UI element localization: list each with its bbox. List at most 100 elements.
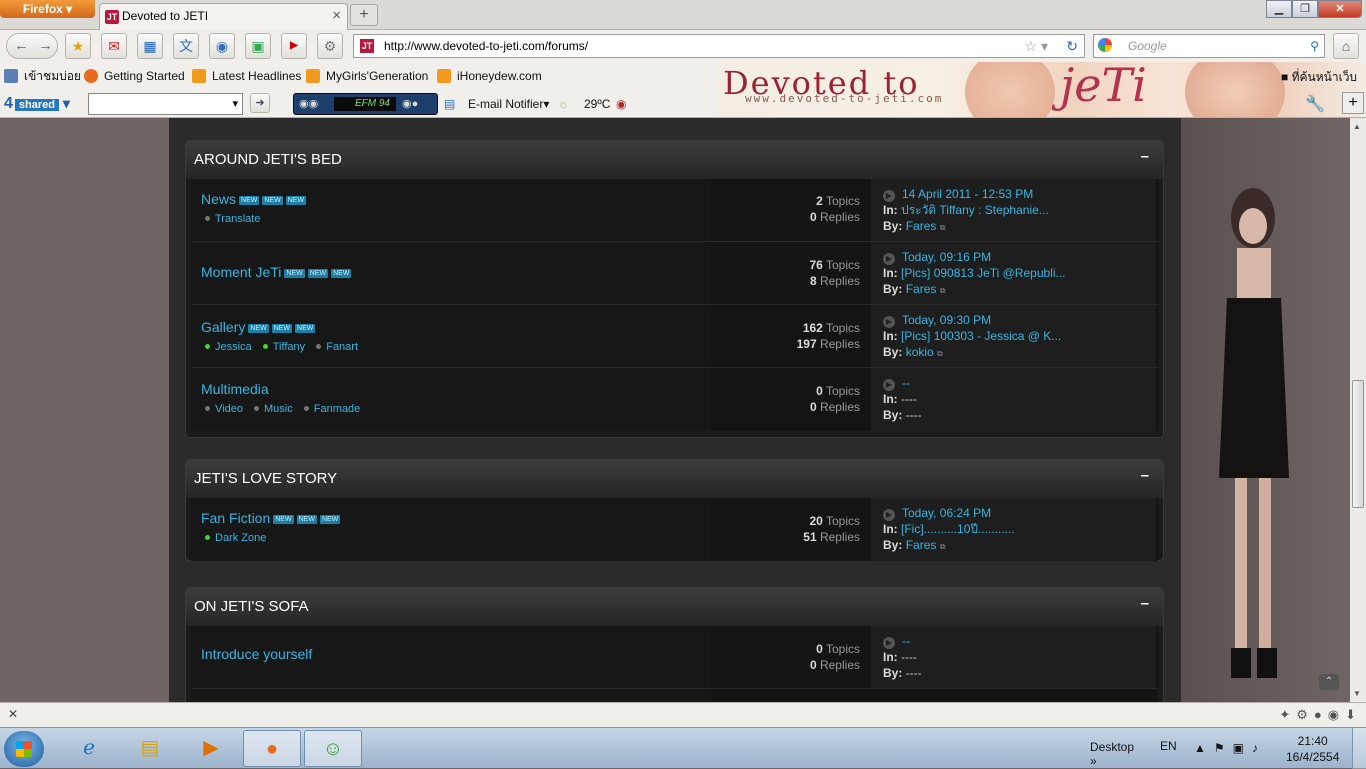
bookmark-most-visited[interactable]: เข้าชมบ่อย <box>4 68 81 84</box>
subforums: Video Music Fanmade <box>205 403 368 415</box>
subforum-music[interactable]: Music <box>254 403 293 415</box>
toolbar-search-combo[interactable] <box>88 93 243 115</box>
google-apps-icon[interactable]: ▣ <box>245 33 271 59</box>
bookmark-page-button[interactable]: ■ ที่ค้นหน้าเว็บ <box>1281 68 1357 87</box>
internet-explorer-icon[interactable]: ℯ <box>60 730 118 767</box>
last-post-topic[interactable]: [Pics] 090813 JeTi @Republi... <box>901 266 1065 280</box>
collapse-button[interactable]: – <box>1141 138 1149 176</box>
bookmark-ihoneydew[interactable]: iHoneydew.com <box>437 68 542 84</box>
start-button[interactable] <box>4 731 44 767</box>
last-post-topic[interactable]: ประวัติ Tiffany : Stephanie... <box>901 203 1049 217</box>
player-controls-icon[interactable]: ◉◉ <box>299 97 318 110</box>
site-favicon-icon: JT <box>360 39 374 53</box>
scroll-to-top-icon[interactable]: ⌃ <box>1319 674 1339 690</box>
explorer-icon[interactable]: ▤ <box>121 730 179 767</box>
last-post-date[interactable]: Today, 09:30 PM <box>902 313 991 327</box>
forum-link-introduce-yourself[interactable]: Introduce yourself <box>201 646 312 662</box>
go-arrow-icon[interactable]: ➜ <box>250 93 270 113</box>
subforum-fanart[interactable]: Fanart <box>316 341 358 353</box>
add-toolbar-button[interactable]: + <box>1342 92 1364 114</box>
forum-link-gallery[interactable]: Gallery NEW NEW NEW <box>201 319 316 335</box>
close-window-button[interactable]: ✕ <box>1318 0 1362 18</box>
clock[interactable]: 21:40 16/4/2554 <box>1286 733 1339 765</box>
calendar-icon[interactable]: ▦ <box>137 33 163 59</box>
search-icon[interactable]: ⚲ <box>1310 35 1319 57</box>
gmail-icon[interactable]: ✉ <box>101 33 127 59</box>
bookmark-star-icon[interactable]: ★ <box>65 33 91 59</box>
last-post-author[interactable]: Fares <box>906 282 937 296</box>
forum-link-moment-jeti[interactable]: Moment JeTi NEW NEW NEW <box>201 264 352 280</box>
last-post-author[interactable]: Fares <box>906 219 937 233</box>
go-to-last-post-icon[interactable]: ▶ <box>883 316 895 328</box>
search-bar[interactable]: Google ⚲ <box>1093 34 1325 58</box>
home-icon[interactable]: ⌂ <box>1333 33 1359 59</box>
go-to-last-post-icon[interactable]: ▶ <box>883 253 895 265</box>
volume-icon[interactable]: ◉● <box>402 97 418 110</box>
addon-bar-icons[interactable]: ✦⚙●◉⬇ <box>1279 707 1362 723</box>
record-icon[interactable]: ◉ <box>616 96 626 112</box>
messenger-icon[interactable]: ☺ <box>304 730 362 767</box>
youtube-icon[interactable]: ▶ <box>281 33 307 59</box>
last-post-topic[interactable]: [Pics] 100303 - Jessica @ K... <box>901 329 1061 343</box>
close-tab-icon[interactable]: × <box>332 4 341 28</box>
firefox-menu-button[interactable]: Firefox ▾ <box>0 0 95 18</box>
wrench-icon[interactable]: 🔧 <box>1305 94 1325 114</box>
last-post-date[interactable]: -- <box>902 634 910 648</box>
bookmark-latest-headlines[interactable]: Latest Headlines <box>192 68 301 84</box>
new-badge: NEW <box>239 196 260 205</box>
weather-icon[interactable]: ☼ <box>558 96 569 112</box>
forum-link-fan-fiction[interactable]: Fan Fiction NEW NEW NEW <box>201 510 341 526</box>
email-notifier-button[interactable]: E-mail Notifier▾ <box>468 96 549 112</box>
forum-link-multimedia[interactable]: Multimedia <box>201 381 269 397</box>
last-post-author[interactable]: kokio <box>906 345 934 359</box>
desktop-toolbar[interactable]: Desktop » <box>1090 740 1134 768</box>
navigation-toolbar: ←→ ★ ✉ ▦ 文 ◉ ▣ ▶ ⚙ JT http://www.devoted… <box>0 30 1366 62</box>
subforum-video[interactable]: Video <box>205 403 243 415</box>
forum-link-news[interactable]: News NEW NEW NEW <box>201 191 307 207</box>
last-post-topic[interactable]: [Fic]..........10ปี........... <box>901 522 1015 536</box>
bookmark-mygirls-generation[interactable]: MyGirls'Generation <box>306 68 428 84</box>
go-to-last-post-icon[interactable]: ▶ <box>883 509 895 521</box>
subforum-fanmade[interactable]: Fanmade <box>303 403 360 415</box>
last-post-date[interactable]: Today, 09:16 PM <box>902 250 991 264</box>
translate-icon[interactable]: 文 <box>173 33 199 59</box>
go-to-last-post-icon[interactable]: ▶ <box>883 379 895 391</box>
last-post-date[interactable]: 14 April 2011 - 12:53 PM <box>902 187 1033 201</box>
last-post-date[interactable]: -- <box>902 376 910 390</box>
bookmark-page-star-icon[interactable]: ☆ ▾ <box>1025 35 1048 57</box>
subforum-dark-zone[interactable]: Dark Zone <box>205 532 266 544</box>
tray-icons[interactable]: ▲⚑▣♪ <box>1194 741 1266 755</box>
weather-temperature[interactable]: 29ºC <box>584 96 610 112</box>
go-to-last-post-icon[interactable]: ▶ <box>883 637 895 649</box>
scrollbar-thumb[interactable] <box>1352 380 1364 508</box>
camera-icon[interactable]: ◉ <box>209 33 235 59</box>
subforum-jessica[interactable]: Jessica <box>205 341 252 353</box>
go-to-last-post-icon[interactable]: ▶ <box>883 190 895 202</box>
email-icon[interactable]: ▤ <box>444 96 455 112</box>
scroll-up-icon[interactable]: ▲ <box>1353 122 1361 131</box>
scroll-down-icon[interactable]: ▼ <box>1353 689 1361 698</box>
maximize-button[interactable]: ❐ <box>1292 0 1318 18</box>
media-player-icon[interactable]: ▶ <box>182 730 240 767</box>
vertical-scrollbar[interactable]: ▲ ▼ <box>1350 118 1366 702</box>
show-desktop-button[interactable] <box>1352 728 1366 769</box>
last-post-author[interactable]: Fares <box>906 538 937 552</box>
browser-tab[interactable]: JT Devoted to JETI × <box>99 3 348 30</box>
url-bar[interactable]: JT http://www.devoted-to-jeti.com/forums… <box>353 34 1085 58</box>
collapse-button[interactable]: – <box>1141 585 1149 623</box>
4shared-button[interactable]: 4 shared ▾ <box>4 95 70 113</box>
subforum-tiffany[interactable]: Tiffany <box>262 341 305 353</box>
reload-icon[interactable]: ↻ <box>1066 35 1078 57</box>
back-forward-buttons[interactable]: ←→ <box>6 33 58 59</box>
minimize-button[interactable]: ▁ <box>1266 0 1292 18</box>
bookmark-getting-started[interactable]: Getting Started <box>84 68 185 84</box>
collapse-button[interactable]: – <box>1141 457 1149 495</box>
firefox-icon[interactable]: ● <box>243 730 301 767</box>
new-tab-button[interactable]: + <box>350 4 378 26</box>
language-indicator[interactable]: EN <box>1160 739 1177 753</box>
last-post-date[interactable]: Today, 06:24 PM <box>902 506 991 520</box>
close-addon-bar-icon[interactable]: ✕ <box>8 707 18 721</box>
subforum-translate[interactable]: Translate <box>205 213 260 225</box>
settings-gear-icon[interactable]: ⚙ <box>317 33 343 59</box>
radio-player[interactable]: ◉◉ EFM 94 ◉● <box>293 93 438 115</box>
